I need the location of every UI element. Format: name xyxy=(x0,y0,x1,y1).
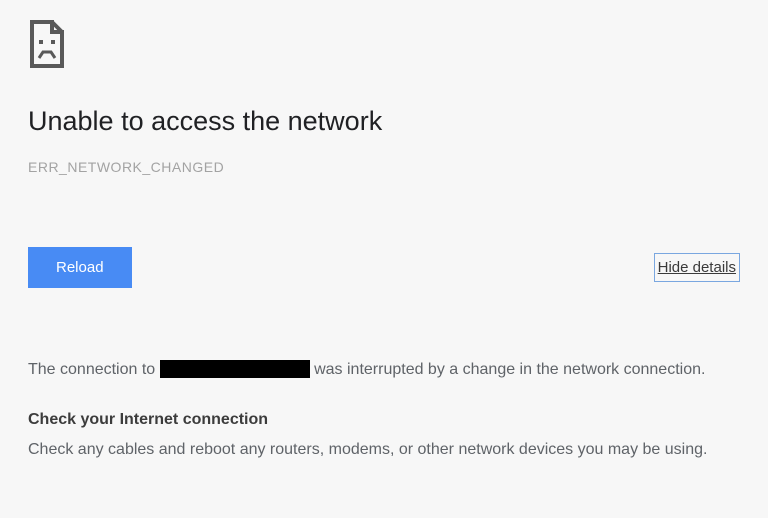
error-icon-container xyxy=(28,18,740,70)
details-prefix: The connection to xyxy=(28,361,160,378)
reload-button[interactable]: Reload xyxy=(28,247,132,288)
redacted-url xyxy=(160,360,310,378)
check-heading: Check your Internet connection xyxy=(28,411,740,429)
details-suffix: was interrupted by a change in the netwo… xyxy=(314,361,705,378)
check-body: Check any cables and reboot any routers,… xyxy=(28,437,740,463)
hide-details-link[interactable]: Hide details xyxy=(654,253,740,282)
sad-page-icon xyxy=(28,18,68,70)
button-row: Reload Hide details xyxy=(28,247,740,288)
error-code: ERR_NETWORK_CHANGED xyxy=(28,159,740,175)
details-message: The connection to was interrupted by a c… xyxy=(28,356,740,383)
error-title: Unable to access the network xyxy=(28,106,740,137)
